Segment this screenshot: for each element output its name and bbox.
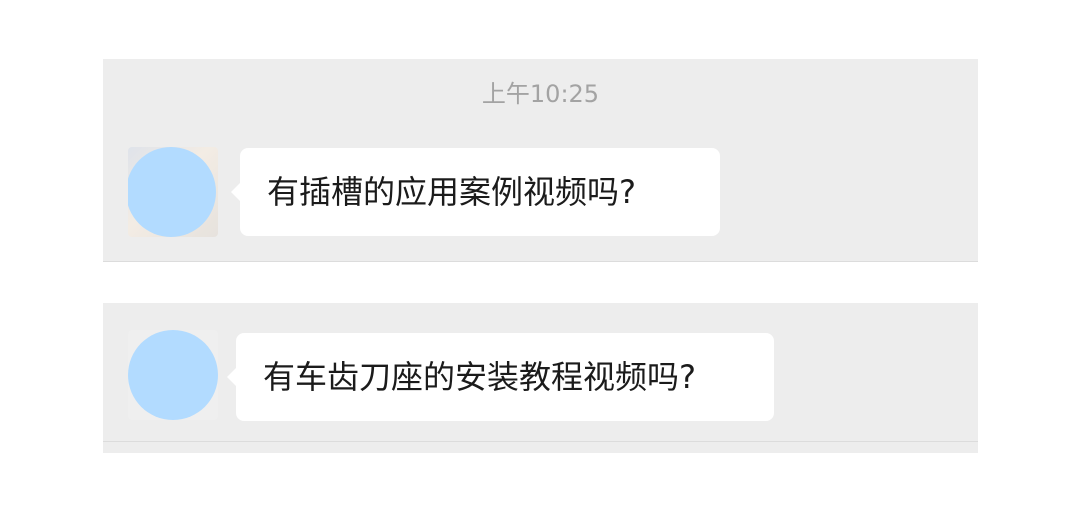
panel-divider xyxy=(103,261,978,262)
panel-divider xyxy=(103,441,978,442)
sender-avatar[interactable] xyxy=(128,330,218,420)
sender-avatar[interactable] xyxy=(128,147,218,237)
message-text: 有车齿刀座的安装教程视频吗? xyxy=(263,358,696,396)
avatar-redaction-mask xyxy=(128,330,218,420)
message-text: 有插槽的应用案例视频吗? xyxy=(267,173,636,211)
chat-panel-1: 上午10:25 有插槽的应用案例视频吗? xyxy=(103,59,978,262)
message-timestamp: 上午10:25 xyxy=(481,80,600,108)
avatar-redaction-mask xyxy=(128,147,216,237)
message-bubble-1[interactable]: 有插槽的应用案例视频吗? xyxy=(231,148,720,236)
message-bubble-2[interactable]: 有车齿刀座的安装教程视频吗? xyxy=(227,333,774,421)
chat-panel-2: 有车齿刀座的安装教程视频吗? xyxy=(103,303,978,453)
